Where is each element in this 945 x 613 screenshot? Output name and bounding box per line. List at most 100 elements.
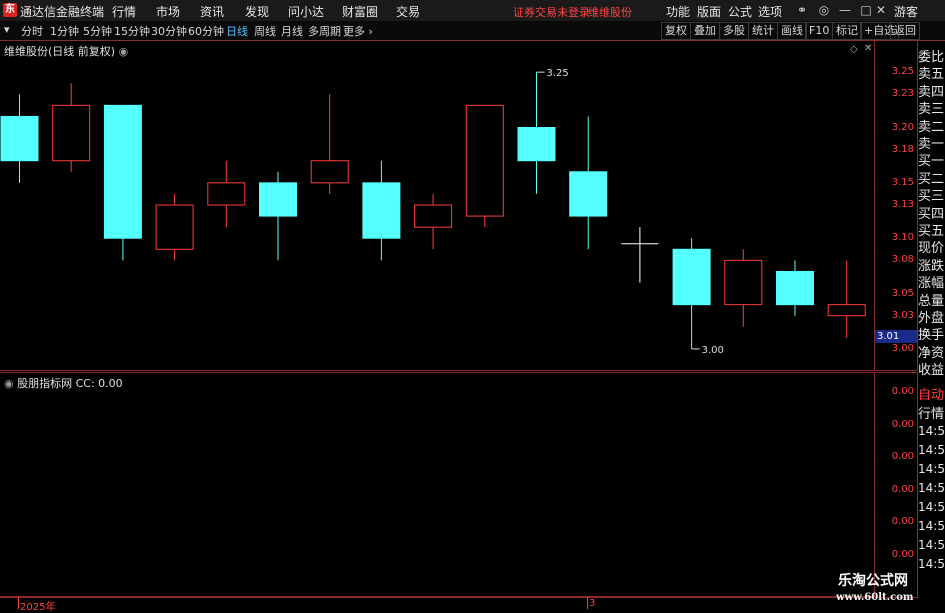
menu-formula[interactable]: 公式	[728, 3, 752, 20]
sub-y-tick-label: 0.00	[891, 418, 914, 430]
period-more[interactable]: 更多 ›	[343, 23, 373, 39]
period-5min[interactable]: 5分钟	[83, 23, 112, 39]
tick-time: 14:56	[918, 500, 945, 514]
candle-body-down	[569, 171, 608, 217]
y-tick-label: 3.25	[891, 66, 914, 78]
period-15min[interactable]: 15分钟	[114, 23, 150, 39]
period-more-label: 更多	[343, 25, 365, 38]
sub-y-tick-label: 0.00	[891, 548, 914, 560]
quote-field-label: 卖四	[918, 84, 945, 100]
sub-chart-title: 股朋指标网 CC: 0.00	[17, 377, 123, 390]
period-60min[interactable]: 60分钟	[188, 23, 224, 39]
candle-body-down	[0, 115, 39, 162]
current-price-tag: 3.01	[875, 330, 917, 343]
btn-restore-rights[interactable]: 复权	[661, 22, 691, 40]
quote-field-label: 卖一	[918, 137, 945, 152]
period-30min[interactable]: 30分钟	[151, 23, 187, 39]
menu-layout[interactable]: 版面	[697, 3, 721, 20]
menu-discover[interactable]: 发现	[245, 3, 269, 20]
quote-tab[interactable]: 行情	[918, 403, 945, 422]
y-tick-label: 3.10	[891, 232, 914, 244]
login-warning[interactable]: 证券交易未登录	[513, 4, 590, 20]
quote-field-label: 买五	[918, 224, 945, 239]
quote-field-label: 买三	[918, 189, 945, 205]
period-daily[interactable]: 日线	[226, 23, 248, 39]
quote-field-label: 委比	[918, 50, 945, 65]
tick-time: 14:56	[918, 424, 945, 438]
quote-field-label: 买二	[918, 171, 945, 187]
watermark-title: 乐淘公式网	[838, 573, 908, 589]
menu-function[interactable]: 功能	[666, 3, 690, 20]
period-intraday[interactable]: 分时	[21, 23, 43, 39]
quote-field-label: 卖二	[918, 119, 945, 135]
period-monthly[interactable]: 月线	[281, 23, 303, 39]
y-tick-label: 3.18	[891, 143, 914, 155]
menu-quotes[interactable]: 行情	[112, 3, 136, 20]
skin-icon[interactable]: ◎	[815, 2, 833, 18]
btn-multi-stock[interactable]: 多股	[719, 22, 749, 40]
quote-field-label: 外盘	[918, 311, 945, 326]
candle-body-up	[310, 160, 349, 184]
current-stock-name: 维维股份	[588, 6, 632, 19]
tick-time: 14:56	[918, 557, 945, 571]
quote-field-label: 卖三	[918, 102, 945, 118]
btn-draw-line[interactable]: 画线	[777, 22, 807, 40]
quote-field-label: 总量	[918, 293, 945, 309]
minimize-icon[interactable]: —	[836, 2, 854, 18]
y-tick-label: 3.03	[891, 309, 914, 321]
quote-field-label: 涨幅	[918, 276, 945, 292]
candlestick-chart[interactable]: 3.25 3.00	[0, 40, 874, 370]
menu-wealth-circle[interactable]: 财富圈	[342, 3, 378, 20]
quote-field-label: 买一	[918, 154, 945, 170]
y-tick-label: 3.15	[891, 176, 914, 188]
period-multi[interactable]: 多周期	[308, 23, 341, 39]
period-weekly[interactable]: 周线	[254, 23, 276, 39]
sub-chart-panel	[0, 372, 875, 598]
btn-overlay[interactable]: 叠加	[690, 22, 720, 40]
y-tick-label: 3.08	[891, 254, 914, 266]
quote-field-label: 买四	[918, 206, 945, 222]
sub-y-tick-label: 0.00	[891, 386, 914, 397]
menu-ask[interactable]: 问小达	[288, 3, 324, 20]
btn-back[interactable]: 返回	[890, 22, 920, 40]
y-tick-label: 3.23	[891, 88, 914, 100]
menu-trade[interactable]: 交易	[396, 3, 420, 20]
candle-body-up	[414, 204, 453, 228]
low-price-label: 3.00	[702, 345, 724, 356]
high-price-label: 3.25	[547, 68, 569, 79]
candle-body-down	[776, 270, 814, 306]
candle-body-down	[259, 182, 297, 217]
auto-toggle[interactable]: 自动	[918, 384, 945, 403]
close-icon[interactable]: ✕	[872, 2, 890, 18]
time-axis	[0, 596, 875, 610]
sub-y-tick-label: 0.00	[891, 483, 914, 495]
menu-options[interactable]: 选项	[758, 3, 782, 20]
quote-field-label: 净资	[918, 345, 945, 361]
quote-field-label: 换手	[918, 328, 945, 344]
sub-chart-settings-icon[interactable]: ◉	[4, 377, 14, 390]
tick-time: 14:56	[918, 462, 945, 476]
tick-time: 14:56	[918, 538, 945, 552]
sub-chart-label[interactable]: ◉ 股朋指标网 CC: 0.00	[4, 375, 123, 391]
btn-mark[interactable]: 标记	[832, 22, 862, 40]
quote-field-label: 涨跌	[918, 258, 945, 274]
toolbar-arrow-icon[interactable]: ▾	[4, 23, 10, 36]
menu-news[interactable]: 资讯	[200, 3, 224, 20]
candle-body-up	[465, 104, 504, 217]
btn-f10[interactable]: F10	[805, 22, 834, 40]
period-1min[interactable]: 1分钟	[50, 23, 79, 39]
candle-body-up	[207, 182, 246, 206]
y-tick-label: 3.05	[891, 287, 914, 299]
menu-market[interactable]: 市场	[156, 3, 180, 20]
candle-body-down	[517, 127, 556, 162]
guest-user[interactable]: 游客	[894, 3, 918, 20]
y-tick-label: 3.00	[891, 342, 914, 354]
app-title: 通达信金融终端	[20, 5, 105, 19]
btn-statistics[interactable]: 统计	[748, 22, 778, 40]
y-tick-label: 3.13	[891, 199, 914, 210]
candle-body-down	[103, 104, 142, 239]
quote-field-label: 收益	[918, 363, 945, 379]
headset-icon[interactable]: ⚭	[793, 2, 811, 18]
candle-body-down	[672, 248, 711, 306]
candle-body-up	[52, 104, 91, 162]
